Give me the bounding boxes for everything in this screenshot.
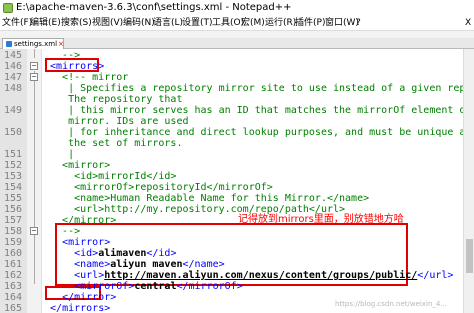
fold-collapse-icon[interactable]: − xyxy=(30,62,38,70)
line-number: 159 xyxy=(3,237,22,248)
code-line: <mirrors> xyxy=(50,61,105,72)
code-line: <name>Human Readable Name for this Mirro… xyxy=(44,193,370,204)
menu-plugins[interactable]: 插件(P) xyxy=(295,17,325,29)
code-line: <url>http://maven.aliyun.com/nexus/conte… xyxy=(74,270,454,281)
code-line: </mirrors> xyxy=(50,303,111,313)
file-saved-icon xyxy=(6,41,12,47)
menu-settings[interactable]: 设置(T) xyxy=(182,17,213,29)
fold-guide-line xyxy=(34,270,35,284)
code-line: <!-- mirror xyxy=(44,72,129,83)
tab-bar: settings.xml × xyxy=(0,38,474,49)
close-document-button[interactable]: X xyxy=(465,17,471,29)
menu-bar: 文件(F) 编辑(E) 搜索(S) 视图(V) 编码(N) 语言(L) 设置(T… xyxy=(0,16,474,30)
code-line: | this mirror serves has an ID that matc… xyxy=(44,105,463,116)
line-number: 154 xyxy=(3,182,22,193)
menu-language[interactable]: 语言(L) xyxy=(153,17,183,29)
line-number: 155 xyxy=(3,193,22,204)
line-number: 162 xyxy=(3,270,22,281)
line-number: 156 xyxy=(3,204,22,215)
title-bar: E:\apache-maven-3.6.3\conf\settings.xml … xyxy=(0,0,474,16)
notepad-plus-plus-icon xyxy=(3,3,13,13)
window-title: E:\apache-maven-3.6.3\conf\settings.xml … xyxy=(16,2,292,13)
line-number: 153 xyxy=(3,171,22,182)
menu-encoding[interactable]: 编码(N) xyxy=(123,17,155,29)
menu-file[interactable]: 文件(F) xyxy=(2,17,32,29)
line-number: 147 xyxy=(3,72,22,83)
line-number: 152 xyxy=(3,160,22,171)
fold-collapse-icon[interactable]: − xyxy=(30,227,38,235)
code-line: <id>mirrorId</id> xyxy=(44,171,177,182)
code-line: <mirror> xyxy=(44,160,111,171)
menu-window[interactable]: 窗口(W) xyxy=(325,17,359,29)
menu-view[interactable]: 视图(V) xyxy=(92,17,123,29)
scrollbar-thumb[interactable] xyxy=(466,239,473,273)
code-line: | for inheritance and direct lookup purp… xyxy=(44,127,463,138)
code-line: --> xyxy=(44,50,81,61)
line-number: 157 xyxy=(3,215,22,226)
code-line: </mirror> xyxy=(62,292,117,303)
line-number-gutter: 145 146 147 148 149 150 151 152 153 154 155 156 157 1… xyxy=(0,49,27,313)
watermark: https://blog.csdn.net/weixin_4... xyxy=(335,300,448,308)
code-line: --> xyxy=(44,226,81,237)
line-number: 163 xyxy=(3,281,22,292)
fold-guide-line xyxy=(34,71,35,270)
line-number: 165 xyxy=(3,303,22,313)
tab-close-icon[interactable]: × xyxy=(58,39,64,49)
line-number: 161 xyxy=(3,259,22,270)
menu-edit[interactable]: 编辑(E) xyxy=(30,17,61,29)
toolbar xyxy=(0,30,474,38)
line-number: 148 xyxy=(3,83,22,94)
fold-margin: − − − xyxy=(27,49,42,313)
line-number: 164 xyxy=(3,292,22,303)
menu-run[interactable]: 运行(R) xyxy=(265,17,296,29)
line-number: 158 xyxy=(3,226,22,237)
tab-label: settings.xml xyxy=(14,40,58,48)
code-line: | Specifies a repository mirror site to … xyxy=(68,83,463,94)
line-number: 160 xyxy=(3,248,22,259)
tab-settings-xml[interactable]: settings.xml × xyxy=(2,38,64,49)
fold-collapse-icon[interactable]: − xyxy=(30,73,38,81)
menu-macro[interactable]: 宏(M) xyxy=(241,17,265,29)
vertical-scrollbar[interactable] xyxy=(463,49,474,313)
code-line: | xyxy=(44,149,75,160)
code-editor[interactable]: --> <mirrors> <!-- mirror | Specifies a … xyxy=(42,49,463,313)
line-number: 150 xyxy=(3,127,22,138)
annotation-note: 记得放到mirrors里面，别放错地方哈 xyxy=(238,214,404,225)
code-line: <mirrorOf>repositoryId</mirrorOf> xyxy=(44,182,273,193)
code-line: <mirrorOf>central</mirrorOf> xyxy=(74,281,243,292)
line-number: 146 xyxy=(3,61,22,72)
code-line: <mirror> xyxy=(62,237,111,248)
code-line: <id>alimaven</id> xyxy=(74,248,177,259)
line-number: 151 xyxy=(3,149,22,160)
code-line: the set of mirrors. xyxy=(44,138,183,149)
code-line: <name>aliyun maven</name> xyxy=(74,259,225,270)
code-line: mirror. IDs are used xyxy=(44,116,189,127)
menu-search[interactable]: 搜索(S) xyxy=(61,17,92,29)
code-line: The repository that xyxy=(44,94,183,105)
menu-help[interactable]: ? xyxy=(356,17,361,29)
code-line: </mirror> xyxy=(44,215,117,226)
fold-guide-line xyxy=(34,49,35,58)
menu-tools[interactable]: 工具(O) xyxy=(212,17,244,29)
line-number: 149 xyxy=(3,105,22,116)
line-number: 145 xyxy=(3,50,22,61)
